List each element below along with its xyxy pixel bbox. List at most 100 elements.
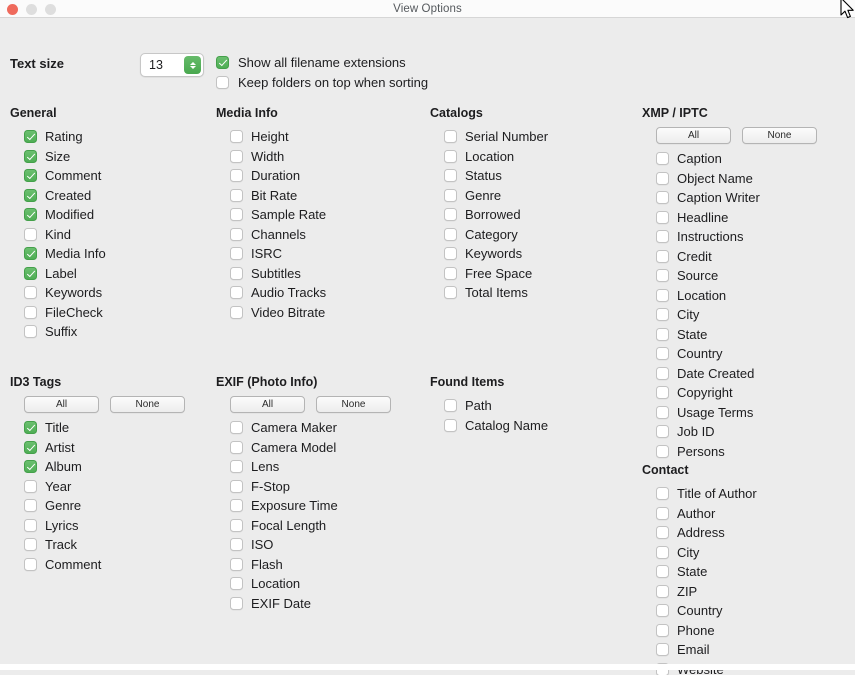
checkbox-row[interactable]: Media Info	[24, 244, 106, 264]
checkbox-state[interactable]	[656, 327, 669, 341]
checkbox-row[interactable]: Borrowed	[444, 205, 548, 225]
checkbox-channels[interactable]	[230, 227, 243, 241]
checkbox-row[interactable]: Path	[444, 396, 548, 416]
checkbox-row[interactable]: Duration	[230, 166, 326, 186]
chevron-down-icon[interactable]	[189, 65, 196, 69]
checkbox-country[interactable]	[656, 347, 669, 361]
checkbox-keywords[interactable]	[24, 286, 37, 300]
checkbox-row-show-all-filename-extensions[interactable]: Show all filename extensions	[216, 53, 428, 73]
checkbox-rating[interactable]	[24, 130, 37, 144]
checkbox-focal-length[interactable]	[230, 518, 243, 532]
checkbox-row[interactable]: Country	[656, 601, 757, 621]
checkbox-row[interactable]: Keywords	[24, 283, 106, 303]
checkbox-row[interactable]: Keywords	[444, 244, 548, 264]
checkbox-row[interactable]: Address	[656, 523, 757, 543]
checkbox-row[interactable]: Date Created	[656, 364, 817, 384]
checkbox-row[interactable]: Comment	[24, 555, 185, 575]
checkbox-suffix[interactable]	[24, 325, 37, 339]
checkbox-row[interactable]: Catalog Name	[444, 416, 548, 436]
checkbox-camera-model[interactable]	[230, 440, 243, 454]
id3-none-button[interactable]: None	[110, 396, 185, 413]
checkbox-row[interactable]: Rating	[24, 127, 106, 147]
checkbox-row[interactable]: Caption Writer	[656, 188, 817, 208]
checkbox-borrowed[interactable]	[444, 208, 457, 222]
checkbox-copyright[interactable]	[656, 386, 669, 400]
checkbox-exposure-time[interactable]	[230, 499, 243, 513]
checkbox-genre[interactable]	[444, 188, 457, 202]
checkbox-row[interactable]: Credit	[656, 247, 817, 267]
checkbox-comment[interactable]	[24, 557, 37, 571]
checkbox-video-bitrate[interactable]	[230, 305, 243, 319]
checkbox-modified[interactable]	[24, 208, 37, 222]
checkbox-instructions[interactable]	[656, 230, 669, 244]
checkbox-track[interactable]	[24, 538, 37, 552]
checkbox-genre[interactable]	[24, 499, 37, 513]
checkbox-country[interactable]	[656, 604, 669, 618]
checkbox-width[interactable]	[230, 149, 243, 163]
checkbox-zip[interactable]	[656, 584, 669, 598]
checkbox-row[interactable]: Channels	[230, 225, 326, 245]
checkbox-album[interactable]	[24, 460, 37, 474]
checkbox-row[interactable]: Author	[656, 504, 757, 524]
maximize-button[interactable]	[45, 4, 56, 15]
checkbox-keywords[interactable]	[444, 247, 457, 261]
checkbox-category[interactable]	[444, 227, 457, 241]
checkbox-f-stop[interactable]	[230, 479, 243, 493]
checkbox-row[interactable]: Size	[24, 147, 106, 167]
checkbox-row[interactable]: Flash	[230, 555, 391, 575]
checkbox-row[interactable]: Genre	[24, 496, 185, 516]
checkbox-bit-rate[interactable]	[230, 188, 243, 202]
checkbox-row[interactable]: Free Space	[444, 264, 548, 284]
checkbox-lyrics[interactable]	[24, 518, 37, 532]
checkbox-row[interactable]: Location	[444, 147, 548, 167]
checkbox-row[interactable]: Lens	[230, 457, 391, 477]
checkbox-city[interactable]	[656, 308, 669, 322]
checkbox-exif-date[interactable]	[230, 596, 243, 610]
checkbox-object-name[interactable]	[656, 171, 669, 185]
checkbox-subtitles[interactable]	[230, 266, 243, 280]
checkbox-row[interactable]: Category	[444, 225, 548, 245]
checkbox-row[interactable]: Lyrics	[24, 516, 185, 536]
close-button[interactable]	[7, 4, 18, 15]
checkbox-row[interactable]: ISRC	[230, 244, 326, 264]
checkbox-row[interactable]: FileCheck	[24, 303, 106, 323]
xmp-all-button[interactable]: All	[656, 127, 731, 144]
checkbox-media-info[interactable]	[24, 247, 37, 261]
checkbox-free-space[interactable]	[444, 266, 457, 280]
checkbox-location[interactable]	[230, 577, 243, 591]
checkbox-filecheck[interactable]	[24, 305, 37, 319]
checkbox-kind[interactable]	[24, 227, 37, 241]
checkbox-city[interactable]	[656, 545, 669, 559]
checkbox-sample-rate[interactable]	[230, 208, 243, 222]
checkbox-row[interactable]: Status	[444, 166, 548, 186]
checkbox-row[interactable]: Subtitles	[230, 264, 326, 284]
checkbox-total-items[interactable]	[444, 286, 457, 300]
checkbox-row[interactable]: Height	[230, 127, 326, 147]
checkbox-row[interactable]: Total Items	[444, 283, 548, 303]
checkbox-persons[interactable]	[656, 444, 669, 458]
checkbox-row[interactable]: EXIF Date	[230, 594, 391, 614]
checkbox-path[interactable]	[444, 399, 457, 413]
checkbox-row[interactable]: Artist	[24, 438, 185, 458]
text-size-stepper[interactable]: 13	[140, 53, 204, 77]
checkbox-usage-terms[interactable]	[656, 405, 669, 419]
checkbox-row[interactable]: ZIP	[656, 582, 757, 602]
checkbox-row[interactable]: State	[656, 325, 817, 345]
checkbox-duration[interactable]	[230, 169, 243, 183]
checkbox-location[interactable]	[444, 149, 457, 163]
checkbox-row[interactable]: F-Stop	[230, 477, 391, 497]
checkbox-source[interactable]	[656, 269, 669, 283]
checkbox-address[interactable]	[656, 526, 669, 540]
checkbox-created[interactable]	[24, 188, 37, 202]
chevron-up-icon[interactable]	[189, 61, 196, 65]
checkbox-row[interactable]: Suffix	[24, 322, 106, 342]
checkbox-state[interactable]	[656, 565, 669, 579]
checkbox-row[interactable]: Title	[24, 418, 185, 438]
exif-all-button[interactable]: All	[230, 396, 305, 413]
checkbox-row[interactable]: Year	[24, 477, 185, 497]
checkbox-audio-tracks[interactable]	[230, 286, 243, 300]
checkbox-date-created[interactable]	[656, 366, 669, 380]
checkbox-caption-writer[interactable]	[656, 191, 669, 205]
checkbox-row[interactable]: Audio Tracks	[230, 283, 326, 303]
checkbox-author[interactable]	[656, 506, 669, 520]
